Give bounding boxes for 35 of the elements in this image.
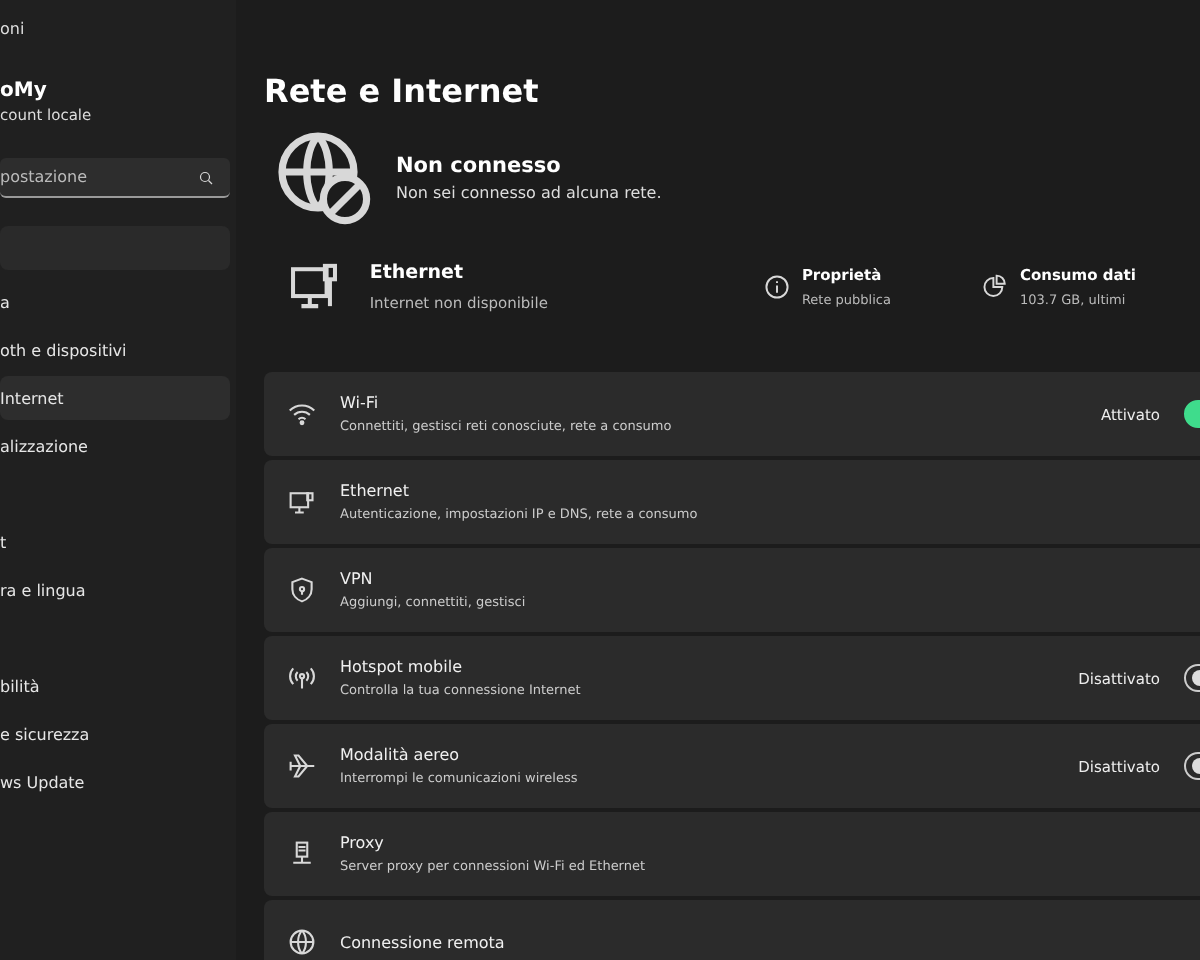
setting-title: Ethernet [340,482,411,500]
sidebar-item[interactable]: a [0,280,230,324]
info-icon [763,273,790,299]
search-icon [198,170,214,186]
sidebar-item[interactable]: oth e dispositivi [0,328,230,372]
setting-title: Wi-Fi [340,394,381,412]
setting-title: Proxy [340,834,386,852]
shield-icon [288,576,316,604]
wifi-icon [288,400,316,428]
page-title: Rete e Internet [264,72,541,110]
settings-row[interactable]: Connessione remota [264,900,1200,960]
monitor-icon [288,488,316,516]
sidebar-item[interactable]: t [0,520,230,564]
sidebar-item[interactable]: Internet [0,376,230,420]
status-title: Non connesso [396,154,563,178]
search-field[interactable]: postazione [0,158,230,198]
proxy-icon [288,840,316,868]
sidebar-item[interactable]: e sicurezza [0,712,230,756]
sidebar-item[interactable]: alizzazione [0,424,230,468]
connection-name: Ethernet [369,261,466,283]
setting-title: VPN [340,570,375,588]
hotspot-icon [288,664,316,692]
sidebar-item[interactable]: bilità [0,664,230,708]
sidebar-item[interactable]: ra e lingua [0,568,230,612]
globe-icon [288,928,316,956]
globe-blocked-icon [276,130,372,226]
pie-chart-icon [981,273,1008,299]
setting-title: Modalità aereo [340,746,462,764]
window-title: oni [0,20,27,40]
account-name: oMy [0,80,49,102]
setting-title: Hotspot mobile [340,658,464,676]
airplane-icon [288,752,316,780]
sidebar-item[interactable]: ws Update [0,760,230,804]
setting-title: Connessione remota [340,933,507,951]
status-subtitle: Non sei connesso ad alcuna rete. [396,184,662,202]
